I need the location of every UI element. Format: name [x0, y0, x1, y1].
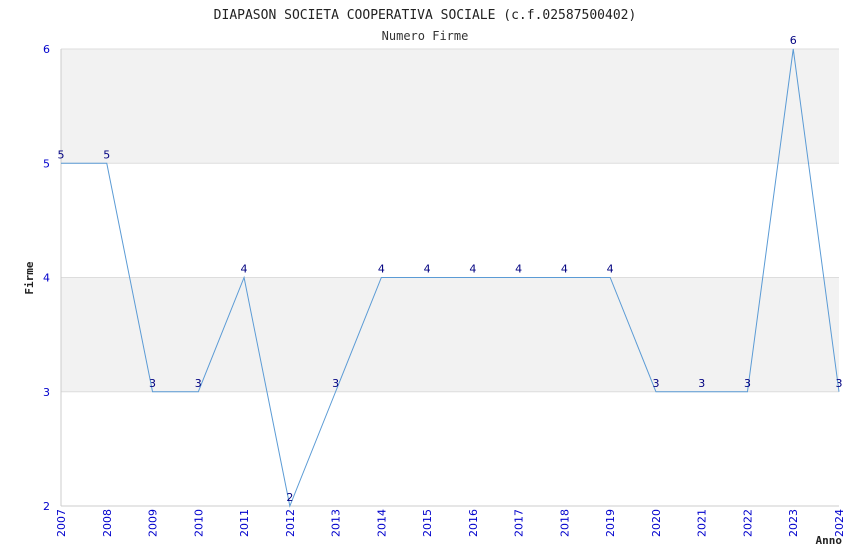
x-tick-label: 2008 [101, 509, 114, 537]
x-tick-label: 2024 [833, 509, 846, 537]
y-tick-label: 4 [43, 272, 50, 285]
data-label: 3 [836, 377, 843, 390]
data-label: 3 [195, 377, 202, 390]
data-label: 3 [149, 377, 156, 390]
x-tick-labels: 2007 2008 2009 2010 2011 2012 2013 2014 2015 2016… [55, 509, 846, 537]
data-label: 3 [332, 377, 339, 390]
data-label: 3 [698, 377, 705, 390]
y-tick-label: 6 [43, 43, 50, 56]
x-tick-label: 2017 [513, 509, 526, 537]
y-axis-label: Firme [23, 261, 36, 294]
y-tick-label: 3 [43, 386, 50, 399]
data-label: 4 [607, 263, 614, 276]
x-tick-label: 2011 [238, 509, 251, 537]
data-label: 4 [515, 263, 522, 276]
x-tick-label: 2020 [650, 509, 663, 537]
data-label: 5 [58, 148, 65, 161]
x-tick-label: 2015 [421, 509, 434, 537]
x-tick-label: 2007 [55, 509, 68, 537]
x-tick-label: 2023 [787, 509, 800, 537]
data-label: 4 [241, 263, 248, 276]
plot-background-bands [61, 49, 839, 392]
x-tick-label: 2009 [147, 509, 160, 537]
x-tick-label: 2018 [558, 509, 571, 537]
data-label: 4 [469, 263, 476, 276]
data-label: 4 [561, 263, 568, 276]
y-tick-label: 5 [43, 157, 50, 170]
data-label: 6 [790, 34, 797, 47]
x-tick-label: 2013 [330, 509, 343, 537]
data-label: 2 [286, 491, 293, 504]
x-tick-label: 2019 [604, 509, 617, 537]
data-label: 5 [103, 148, 110, 161]
x-tick-label: 2014 [375, 509, 388, 537]
data-label: 4 [424, 263, 431, 276]
line-chart: DIAPASON SOCIETA COOPERATIVA SOCIALE (c.… [23, 8, 846, 547]
x-tick-label: 2022 [741, 509, 754, 537]
data-label: 3 [744, 377, 751, 390]
x-tick-label: 2021 [696, 509, 709, 537]
x-tick-label: 2012 [284, 509, 297, 537]
x-tick-label: 2016 [467, 509, 480, 537]
chart-title: DIAPASON SOCIETA COOPERATIVA SOCIALE (c.… [214, 8, 637, 23]
y-tick-labels: 2 3 4 5 6 [43, 43, 50, 513]
x-tick-label: 2010 [192, 509, 205, 537]
data-label: 4 [378, 263, 385, 276]
chart-subtitle: Numero Firme [382, 29, 469, 43]
grid-band [61, 49, 839, 164]
grid-band [61, 277, 839, 392]
data-label: 3 [652, 377, 659, 390]
y-tick-label: 2 [43, 500, 50, 513]
